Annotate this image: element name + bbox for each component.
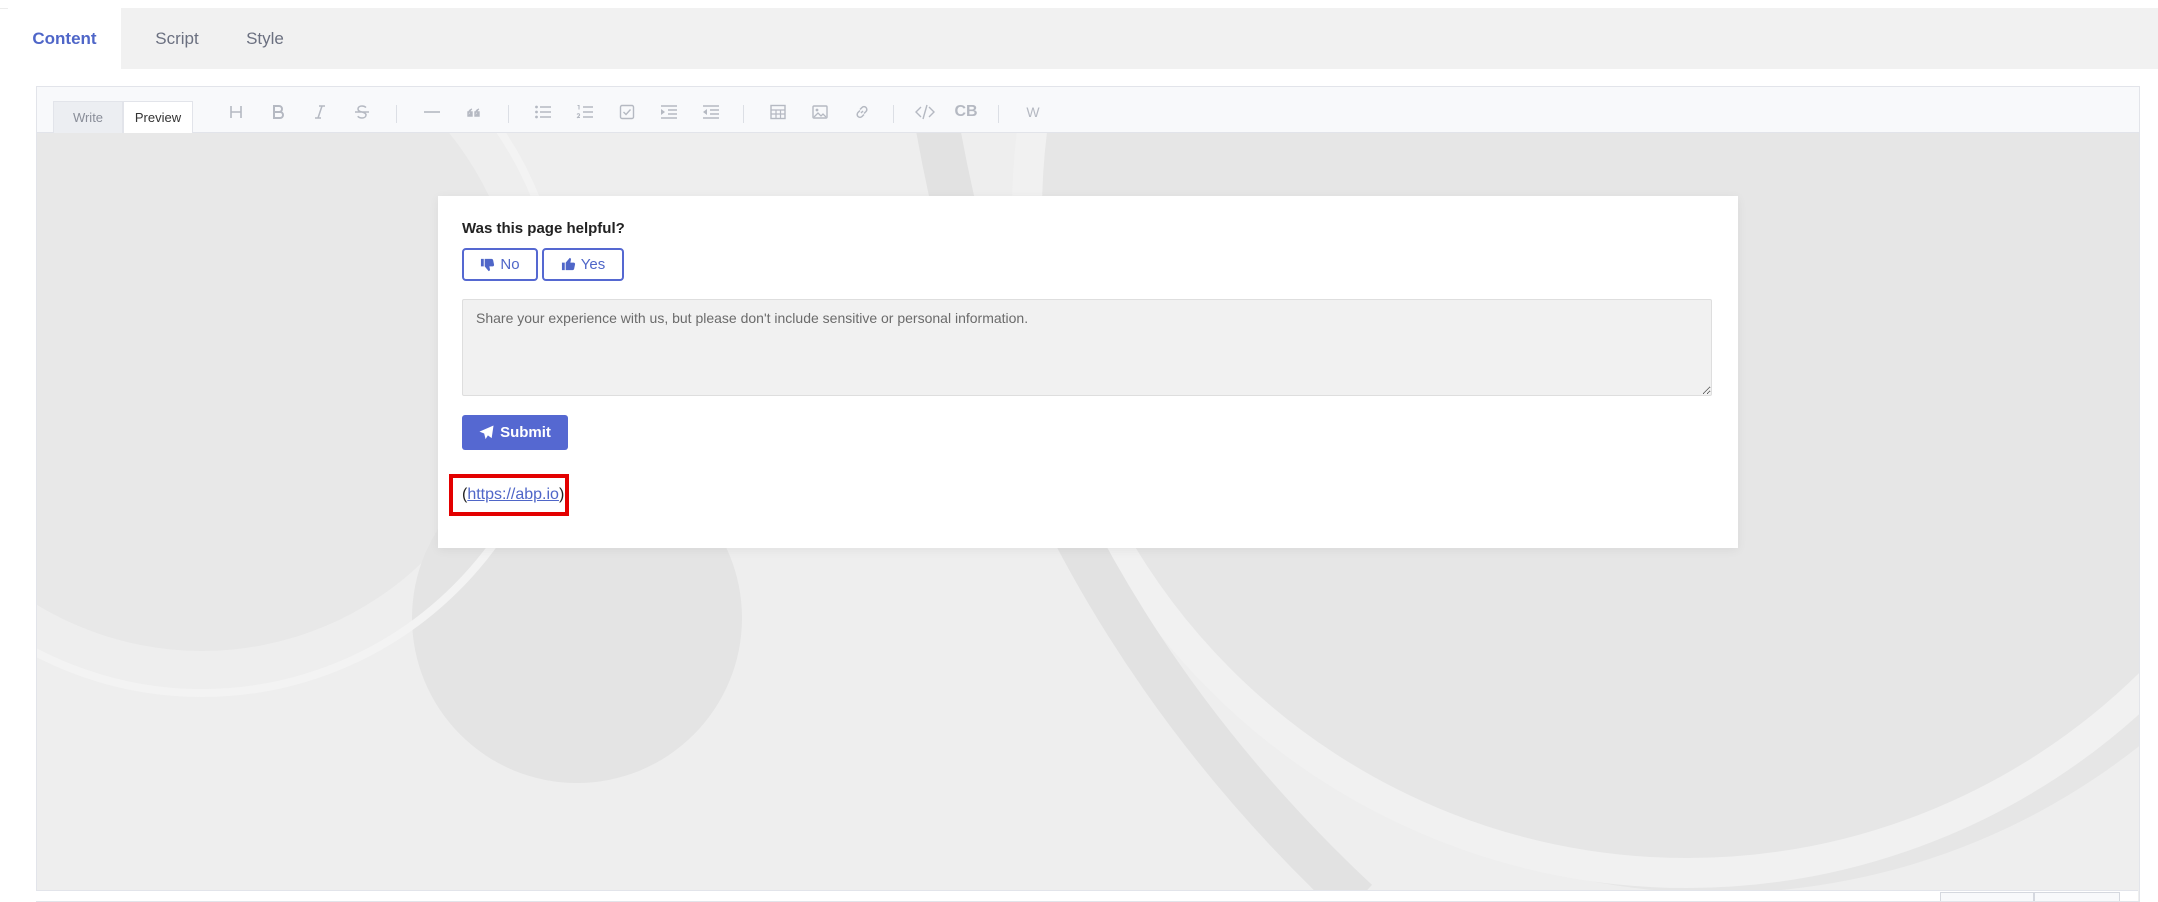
submit-label: Submit xyxy=(500,424,551,441)
thumbs-down-icon xyxy=(481,258,495,272)
tab-style[interactable]: Style xyxy=(233,8,297,69)
bullet-list-icon[interactable] xyxy=(529,99,557,125)
outdent-icon[interactable] xyxy=(697,99,725,125)
image-icon[interactable] xyxy=(806,99,834,125)
markdown-editor: Write Preview CB W Was this page helpful… xyxy=(36,86,2140,902)
toolbar-divider xyxy=(508,105,509,123)
bold-icon[interactable] xyxy=(264,99,292,125)
horizontal-rule-icon[interactable] xyxy=(418,99,446,125)
editor-toolbar: Write Preview CB W xyxy=(37,87,2139,133)
send-icon xyxy=(479,425,494,440)
submit-button[interactable]: Submit xyxy=(462,415,568,450)
feedback-textarea[interactable] xyxy=(462,299,1712,396)
indent-icon[interactable] xyxy=(655,99,683,125)
table-icon[interactable] xyxy=(764,99,792,125)
thumbs-up-icon xyxy=(561,257,575,271)
write-mode-tab[interactable]: Write xyxy=(53,101,123,133)
italic-icon[interactable] xyxy=(306,99,334,125)
heading-icon[interactable] xyxy=(222,99,250,125)
yes-label: Yes xyxy=(580,256,606,273)
widget-icon[interactable]: W xyxy=(1019,99,1047,125)
tab-script[interactable]: Script xyxy=(139,8,215,69)
tab-bar: Content Script Style xyxy=(8,8,2158,69)
no-button[interactable]: No xyxy=(462,248,538,281)
tab-content[interactable]: Content xyxy=(8,8,121,69)
toolbar-divider xyxy=(743,105,744,123)
feedback-question: Was this page helpful? xyxy=(462,220,625,237)
feedback-widget-card: Was this page helpful? No Yes Submit (ht… xyxy=(438,196,1738,548)
numbered-list-icon[interactable] xyxy=(571,99,599,125)
code-block-icon[interactable]: CB xyxy=(952,99,980,125)
link-icon[interactable] xyxy=(848,99,876,125)
toolbar-divider xyxy=(396,105,397,123)
strikethrough-icon[interactable] xyxy=(348,99,376,125)
quote-icon[interactable] xyxy=(460,99,488,125)
no-label: No xyxy=(500,256,520,273)
yes-button[interactable]: Yes xyxy=(542,248,624,281)
highlight-box xyxy=(449,474,569,516)
toolbar-divider xyxy=(893,105,894,123)
code-icon[interactable] xyxy=(911,99,939,125)
preview-mode-tab[interactable]: Preview xyxy=(123,101,193,133)
editor-bottom-bar xyxy=(36,890,2138,901)
task-list-icon[interactable] xyxy=(613,99,641,125)
toolbar-divider xyxy=(998,105,999,123)
